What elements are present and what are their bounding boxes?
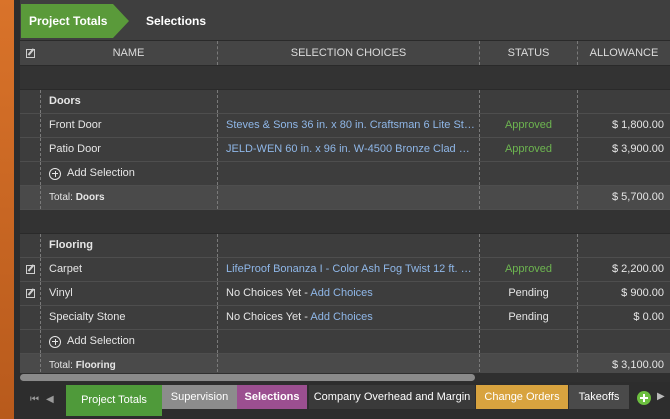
tab-company-overhead[interactable]: Company Overhead and Margin	[309, 385, 475, 409]
tab-supervision[interactable]: Supervision	[162, 385, 237, 409]
add-selection-label: Add Selection	[67, 167, 135, 179]
left-accent-strip	[0, 0, 20, 419]
horizontal-scrollbar[interactable]	[20, 373, 670, 382]
tab-takeoffs[interactable]: Takeoffs	[569, 385, 629, 409]
group-title: Doors	[40, 90, 217, 113]
group-spacer	[20, 210, 670, 234]
group-header-doors[interactable]: Doors	[20, 90, 670, 114]
tab-change-orders[interactable]: Change Orders	[476, 385, 568, 409]
status-badge: Approved	[479, 138, 577, 161]
allowance-value: $ 0.00	[577, 306, 670, 329]
tab-selections[interactable]: Selections	[237, 385, 307, 409]
row-name: Vinyl	[40, 282, 217, 305]
column-name[interactable]: NAME	[40, 41, 217, 65]
edit-icon	[25, 289, 35, 298]
add-choices-link[interactable]: Add Choices	[310, 311, 372, 323]
breadcrumb-selections[interactable]: Selections	[146, 4, 206, 38]
add-tab-icon[interactable]	[637, 391, 651, 405]
selection-choice-empty: No Choices Yet - Add Choices	[217, 282, 479, 305]
edit-icon	[25, 48, 35, 58]
add-selection-label: Add Selection	[67, 335, 135, 347]
row-edit[interactable]	[20, 258, 40, 281]
allowance-value: $ 3,900.00	[577, 138, 670, 161]
add-selection-row: Add Selection	[20, 330, 670, 354]
row-edit[interactable]	[20, 282, 40, 305]
column-status[interactable]: STATUS	[479, 41, 577, 65]
status-badge: Pending	[479, 306, 577, 329]
status-badge: Pending	[479, 282, 577, 305]
table-row[interactable]: Specialty Stone No Choices Yet - Add Cho…	[20, 306, 670, 330]
column-allowance[interactable]: ALLOWANCE	[577, 41, 670, 65]
column-selection-choices[interactable]: SELECTION CHOICES	[217, 41, 479, 65]
plus-circle-icon	[49, 167, 61, 180]
row-name: Carpet	[40, 258, 217, 281]
allowance-value: $ 1,800.00	[577, 114, 670, 137]
group-title: Flooring	[40, 234, 217, 257]
status-badge: Approved	[479, 114, 577, 137]
scrollbar-thumb[interactable]	[20, 374, 475, 381]
plus-circle-icon	[49, 335, 61, 348]
grid-header: NAME SELECTION CHOICES STATUS ALLOWANCE	[20, 41, 670, 66]
group-total-value: $ 5,700.00	[577, 186, 670, 209]
next-tab-icon[interactable]: ▶	[657, 391, 665, 402]
add-selection-row: Add Selection	[20, 162, 670, 186]
allowance-value: $ 900.00	[577, 282, 670, 305]
status-badge: Approved	[479, 258, 577, 281]
group-header-flooring[interactable]: Flooring	[20, 234, 670, 258]
table-row[interactable]: Carpet LifeProof Bonanza I - Color Ash F…	[20, 258, 670, 282]
sheet-tab-bar: ⏮ ◀ Project Totals Supervision Selection…	[20, 382, 670, 419]
prev-tab-icon[interactable]: ◀	[46, 394, 54, 405]
tab-project-totals[interactable]: Project Totals	[66, 385, 162, 416]
edit-column-header[interactable]	[20, 41, 40, 65]
selection-choice-link[interactable]: JELD-WEN 60 in. x 96 in. W-4500 Bronze C…	[217, 138, 479, 161]
first-tab-icon[interactable]: ⏮	[30, 394, 39, 405]
selection-choice-link[interactable]: Steves & Sons 36 in. x 80 in. Craftsman …	[217, 114, 479, 137]
add-selection-button[interactable]: Add Selection	[40, 162, 217, 185]
breadcrumb-project-totals[interactable]: Project Totals	[21, 4, 129, 38]
allowance-value: $ 2,200.00	[577, 258, 670, 281]
edit-icon	[25, 265, 35, 274]
selections-grid: NAME SELECTION CHOICES STATUS ALLOWANCE …	[20, 41, 670, 378]
selection-choice-link[interactable]: LifeProof Bonanza I - Color Ash Fog Twis…	[217, 258, 479, 281]
main-panel: Project Totals Selections NAME SELECTION…	[20, 0, 670, 419]
table-row[interactable]: Front Door Steves & Sons 36 in. x 80 in.…	[20, 114, 670, 138]
breadcrumb: Project Totals Selections	[20, 0, 670, 41]
group-total-row: Total: Doors $ 5,700.00	[20, 186, 670, 210]
selection-choice-empty: No Choices Yet - Add Choices	[217, 306, 479, 329]
row-name: Front Door	[40, 114, 217, 137]
add-selection-button[interactable]: Add Selection	[40, 330, 217, 353]
add-choices-link[interactable]: Add Choices	[310, 287, 372, 299]
row-name: Specialty Stone	[40, 306, 217, 329]
row-name: Patio Door	[40, 138, 217, 161]
table-row[interactable]: Vinyl No Choices Yet - Add Choices Pendi…	[20, 282, 670, 306]
group-spacer	[20, 66, 670, 90]
table-row[interactable]: Patio Door JELD-WEN 60 in. x 96 in. W-45…	[20, 138, 670, 162]
group-total-label: Total: Doors	[40, 186, 217, 209]
